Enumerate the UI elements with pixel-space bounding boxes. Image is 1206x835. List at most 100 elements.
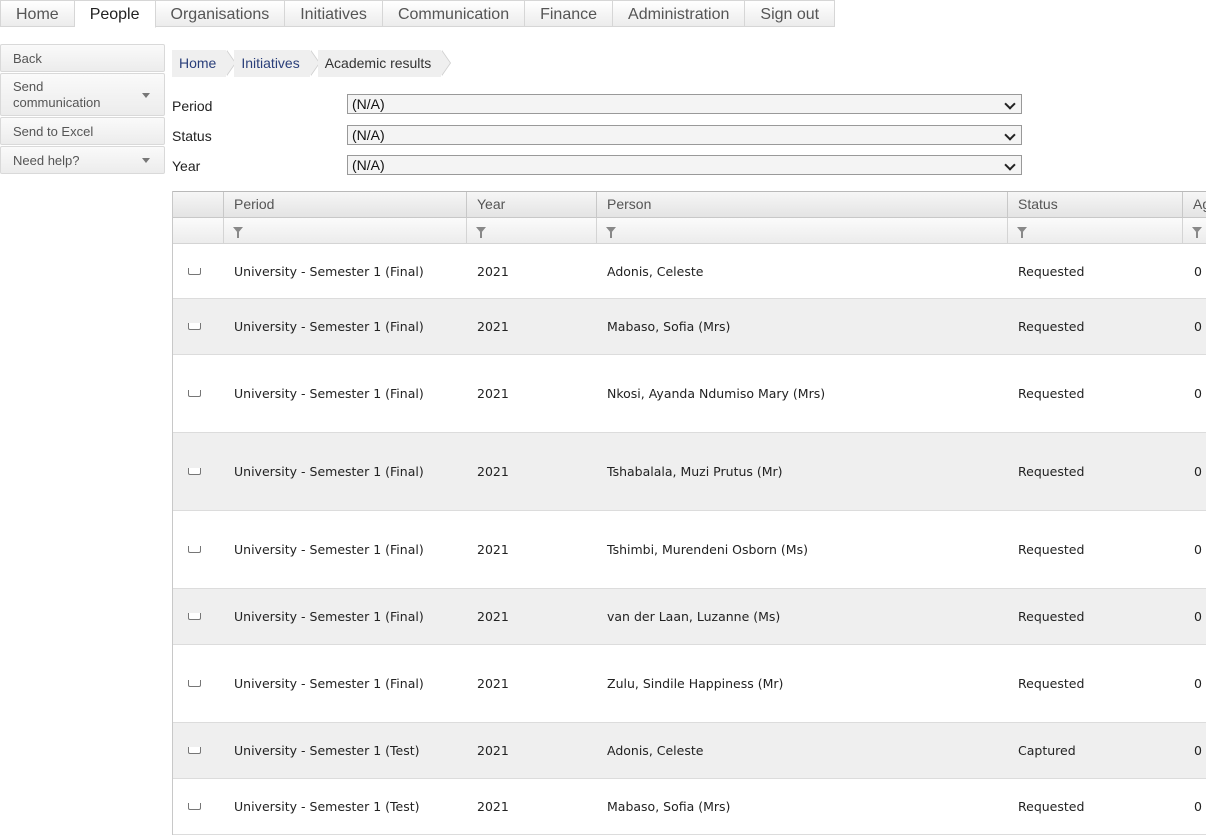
- row-checkbox[interactable]: [188, 468, 201, 475]
- status-cell: Requested: [1018, 263, 1085, 279]
- grid-header-row: Period Year Person Status Ag: [173, 191, 1206, 218]
- table-row[interactable]: University - Semester 1 (Final) 2021 Zul…: [173, 645, 1206, 723]
- status-select[interactable]: (N/A): [347, 125, 1022, 145]
- filter-icon[interactable]: [233, 227, 243, 238]
- filter-cell-select: [173, 218, 224, 243]
- period-select-value: (N/A): [352, 96, 385, 112]
- row-checkbox[interactable]: [188, 323, 201, 330]
- send-to-excel-label: Send to Excel: [13, 123, 94, 139]
- breadcrumb-initiatives[interactable]: Initiatives: [234, 50, 320, 77]
- column-header-period[interactable]: Period: [224, 192, 467, 217]
- filter-icon[interactable]: [606, 227, 616, 238]
- status-cell: Requested: [1018, 542, 1085, 557]
- ag-cell: 0: [1194, 609, 1202, 624]
- breadcrumb-academic-results: Academic results: [317, 50, 452, 77]
- column-header-status[interactable]: Status: [1008, 192, 1183, 217]
- year-cell: 2021: [477, 743, 509, 758]
- breadcrumb: Home Initiatives Academic results: [172, 50, 452, 77]
- status-cell: Requested: [1018, 386, 1085, 401]
- filter-cell-year: [467, 218, 597, 243]
- filter-icon[interactable]: [1017, 227, 1027, 238]
- column-header-ag[interactable]: Ag: [1183, 192, 1206, 217]
- status-cell: Requested: [1018, 319, 1085, 334]
- row-checkbox[interactable]: [188, 803, 201, 810]
- ag-cell: 0: [1194, 542, 1202, 557]
- row-select-cell: [173, 267, 224, 275]
- period-filter-label: Period: [172, 98, 213, 114]
- row-checkbox[interactable]: [188, 267, 201, 275]
- back-button-label: Back: [13, 50, 42, 66]
- ag-cell: 0: [1194, 319, 1202, 334]
- nav-tab-sign-out[interactable]: Sign out: [745, 0, 836, 27]
- nav-tab-home[interactable]: Home: [0, 0, 75, 27]
- nav-tab-administration[interactable]: Administration: [613, 0, 746, 27]
- ag-cell: 0: [1194, 799, 1202, 814]
- period-select[interactable]: (N/A): [347, 94, 1022, 114]
- person-cell: Mabaso, Sofia (Mrs): [607, 799, 731, 814]
- status-cell: Requested: [1018, 799, 1085, 814]
- filter-icon[interactable]: [476, 227, 486, 238]
- chevron-down-icon: [1004, 98, 1016, 110]
- year-select[interactable]: (N/A): [347, 155, 1022, 175]
- column-header-year[interactable]: Year: [467, 192, 597, 217]
- person-cell: Zulu, Sindile Happiness (Mr): [607, 676, 784, 691]
- period-cell: University - Semester 1 (Final): [234, 319, 424, 334]
- need-help-button[interactable]: Need help?: [0, 146, 165, 174]
- year-cell: 2021: [477, 799, 509, 814]
- year-cell: 2021: [477, 542, 509, 557]
- table-row[interactable]: University - Semester 1 (Final) 2021 Tsh…: [173, 433, 1206, 511]
- person-cell: Tshabalala, Muzi Prutus (Mr): [607, 464, 783, 479]
- nav-tab-communication[interactable]: Communication: [382, 0, 526, 27]
- ag-cell: 0: [1194, 743, 1202, 758]
- period-cell: University - Semester 1 (Final): [234, 676, 424, 691]
- status-cell: Captured: [1018, 743, 1076, 758]
- ag-cell: 0: [1194, 263, 1202, 279]
- nav-tab-initiatives[interactable]: Initiatives: [285, 0, 383, 27]
- results-grid: Period Year Person Status Ag University …: [172, 191, 1206, 835]
- sidebar: Back Send communication Send to Excel Ne…: [0, 44, 165, 175]
- row-checkbox[interactable]: [188, 546, 201, 553]
- status-cell: Requested: [1018, 609, 1085, 624]
- period-cell: University - Semester 1 (Final): [234, 464, 424, 479]
- breadcrumb-academic-results-label: Academic results: [324, 55, 432, 71]
- column-header-person[interactable]: Person: [597, 192, 1008, 217]
- row-select-cell: [173, 323, 224, 330]
- filter-cell-ag: [1183, 218, 1206, 243]
- nav-tab-finance[interactable]: Finance: [525, 0, 614, 27]
- table-row[interactable]: University - Semester 1 (Test) 2021 Adon…: [173, 723, 1206, 779]
- year-cell: 2021: [477, 319, 509, 334]
- send-to-excel-button[interactable]: Send to Excel: [0, 117, 165, 145]
- nav-tab-people[interactable]: People: [74, 0, 156, 28]
- row-checkbox[interactable]: [188, 747, 201, 754]
- row-select-cell: [173, 680, 224, 687]
- breadcrumb-home-label: Home: [179, 55, 217, 71]
- year-filter-label: Year: [172, 158, 201, 174]
- filter-cell-person: [597, 218, 1008, 243]
- table-row[interactable]: University - Semester 1 (Final) 2021 Ado…: [173, 244, 1206, 299]
- nav-tab-organisations[interactable]: Organisations: [155, 0, 286, 27]
- top-navigation: Home People Organisations Initiatives Co…: [0, 0, 836, 28]
- filter-cell-status: [1008, 218, 1183, 243]
- status-filter-label: Status: [172, 128, 212, 144]
- back-button[interactable]: Back: [0, 44, 165, 72]
- person-cell: Adonis, Celeste: [607, 743, 704, 758]
- row-checkbox[interactable]: [188, 390, 201, 397]
- table-row[interactable]: University - Semester 1 (Final) 2021 Mab…: [173, 299, 1206, 355]
- need-help-label: Need help?: [13, 152, 80, 168]
- year-cell: 2021: [477, 676, 509, 691]
- row-checkbox[interactable]: [188, 680, 201, 687]
- row-checkbox[interactable]: [188, 613, 201, 620]
- filter-icon[interactable]: [1192, 227, 1202, 238]
- year-cell: 2021: [477, 609, 509, 624]
- person-cell: Tshimbi, Murendeni Osborn (Ms): [607, 542, 808, 557]
- table-row[interactable]: University - Semester 1 (Final) 2021 Nko…: [173, 355, 1206, 433]
- status-cell: Requested: [1018, 676, 1085, 691]
- period-cell: University - Semester 1 (Test): [234, 743, 420, 758]
- breadcrumb-home[interactable]: Home: [172, 50, 237, 77]
- table-row[interactable]: University - Semester 1 (Final) 2021 Tsh…: [173, 511, 1206, 589]
- period-cell: University - Semester 1 (Final): [234, 263, 424, 279]
- person-cell: Mabaso, Sofia (Mrs): [607, 319, 731, 334]
- send-communication-button[interactable]: Send communication: [0, 73, 165, 116]
- table-row[interactable]: University - Semester 1 (Final) 2021 van…: [173, 589, 1206, 645]
- table-row[interactable]: University - Semester 1 (Test) 2021 Maba…: [173, 779, 1206, 835]
